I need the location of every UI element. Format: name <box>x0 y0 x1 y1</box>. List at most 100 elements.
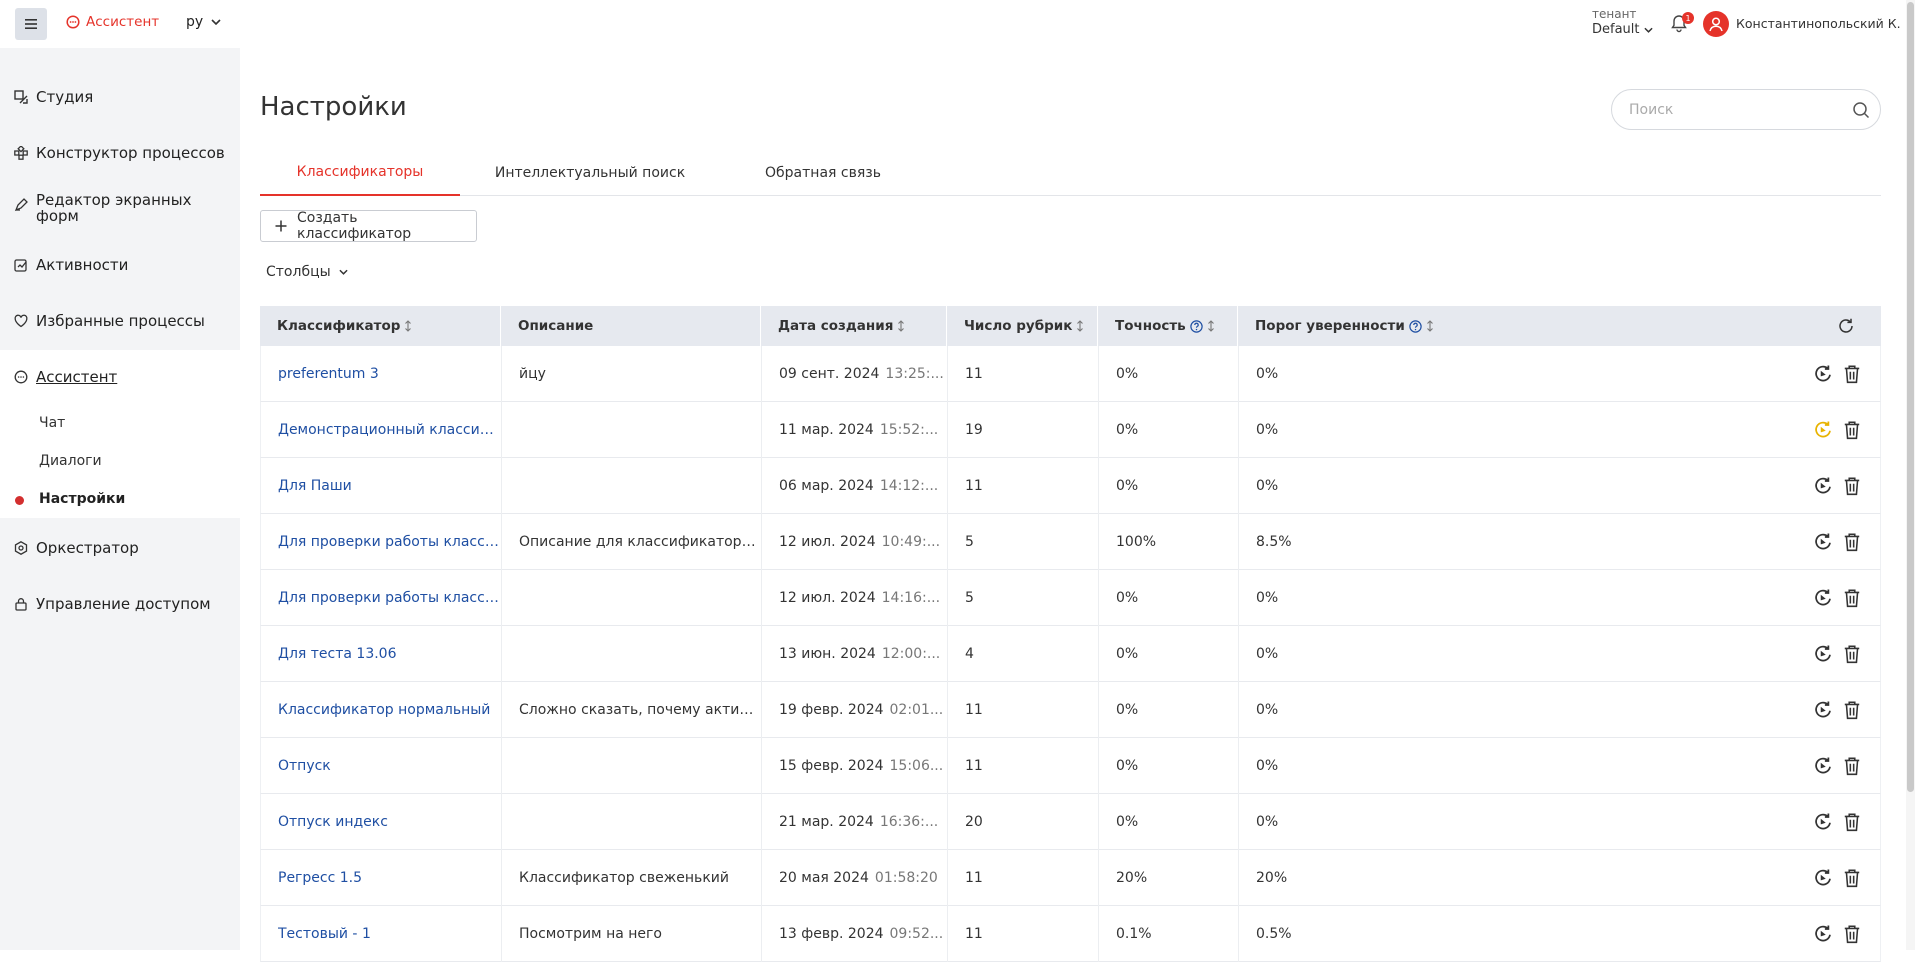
delete-button[interactable] <box>1843 644 1861 664</box>
columns-dropdown[interactable]: Столбцы <box>266 264 348 280</box>
delete-button[interactable] <box>1843 868 1861 888</box>
table-row[interactable]: Классификатор нормальный Сложно сказать, … <box>260 682 1881 738</box>
classifier-name-link[interactable]: Отпуск индекс <box>261 794 501 850</box>
tab-classifiers[interactable]: Классификаторы <box>260 150 460 196</box>
retrain-button[interactable] <box>1813 532 1833 552</box>
threshold-cell: 8.5% <box>1238 514 1538 570</box>
search-input[interactable] <box>1629 101 1829 118</box>
column-header-rubrics[interactable]: Число рубрик <box>946 306 1097 346</box>
brand-link[interactable]: Ассистент <box>66 14 159 30</box>
language-select[interactable]: ру <box>186 14 221 30</box>
sidebar-item-assistant[interactable]: Ассистент <box>14 368 117 386</box>
table-row[interactable]: Отпуск 15 февр. 2024 15:06... 11 0% 0% <box>260 738 1881 794</box>
sidebar-subitem-chat[interactable]: Чат <box>39 415 65 431</box>
table-row[interactable]: Регресс 1.5 Классификатор свеженький 20 ма… <box>260 850 1881 906</box>
retrain-button[interactable] <box>1813 364 1833 384</box>
menu-toggle-button[interactable] <box>15 8 47 40</box>
retrain-button[interactable] <box>1813 588 1833 608</box>
chevron-down-icon <box>1643 27 1653 33</box>
accuracy-cell: 0% <box>1098 794 1238 850</box>
avatar[interactable] <box>1703 11 1729 37</box>
rubrics-count: 4 <box>965 646 974 662</box>
table-row[interactable]: Для проверки работы класси... 12 июл. 202… <box>260 570 1881 626</box>
retrain-button[interactable] <box>1813 868 1833 888</box>
search-box[interactable] <box>1611 89 1881 130</box>
accuracy-cell: 20% <box>1098 850 1238 906</box>
classifier-name-link[interactable]: Тестовый - 1 <box>261 906 501 962</box>
delete-button[interactable] <box>1843 532 1861 552</box>
delete-button[interactable] <box>1843 700 1861 720</box>
classifiers-table: Классификатор Описание Дата создания Чис… <box>260 306 1881 962</box>
create-classifier-button[interactable]: Создать классификатор <box>260 210 477 242</box>
classifier-name-link[interactable]: Для проверки работы класси... <box>261 514 501 570</box>
tenant-select[interactable]: тенант Default <box>1592 6 1653 38</box>
classifier-name: Классификатор нормальный <box>278 702 491 718</box>
sidebar-subitem-dialogs[interactable]: Диалоги <box>39 453 102 469</box>
created-cell: 11 мар. 2024 15:52:... <box>761 402 947 458</box>
sidebar-item-studio[interactable]: Студия <box>14 88 93 106</box>
table-row[interactable]: Для проверки работы класси... Описание дл… <box>260 514 1881 570</box>
retrain-button[interactable] <box>1813 644 1833 664</box>
rubrics-cell: 19 <box>947 402 1098 458</box>
column-header-threshold[interactable]: Порог уверенности <box>1237 306 1797 346</box>
classifier-name-link[interactable]: Для теста 13.06 <box>261 626 501 682</box>
help-icon[interactable] <box>1409 319 1422 333</box>
user-name[interactable]: Константинопольский К. <box>1736 16 1901 31</box>
tab-feedback[interactable]: Обратная связь <box>723 150 923 196</box>
delete-button[interactable] <box>1843 364 1861 384</box>
retrain-button[interactable] <box>1813 812 1833 832</box>
table-row[interactable]: Для теста 13.06 13 июн. 2024 12:00:... 4 0% 0… <box>260 626 1881 682</box>
sidebar-item-activities[interactable]: Активности <box>14 256 128 274</box>
retrain-button[interactable] <box>1813 700 1833 720</box>
row-actions <box>1813 514 1880 570</box>
delete-button[interactable] <box>1843 588 1861 608</box>
delete-button[interactable] <box>1843 420 1861 440</box>
table-row[interactable]: Для Паши 06 мар. 2024 14:12:... 11 0% 0% <box>260 458 1881 514</box>
page-scrollbar[interactable] <box>1906 0 1915 950</box>
retrain-icon <box>1815 365 1831 382</box>
sidebar-item-process-builder[interactable]: Конструктор процессов <box>14 144 225 162</box>
scrollbar-thumb[interactable] <box>1907 2 1914 792</box>
rubrics-count: 5 <box>965 534 974 550</box>
classifier-name-link[interactable]: preferentum 3 <box>261 346 501 402</box>
refresh-button[interactable] <box>1837 317 1855 335</box>
classifier-name-link[interactable]: Демонстрационный классиф... <box>261 402 501 458</box>
delete-button[interactable] <box>1843 812 1861 832</box>
table-row[interactable]: Тестовый - 1 Посмотрим на него 13 февр. 20… <box>260 906 1881 962</box>
created-cell: 21 мар. 2024 16:36:... <box>761 794 947 850</box>
sidebar-item-access[interactable]: Управление доступом <box>14 595 211 613</box>
chevron-down-icon <box>211 19 221 25</box>
help-icon[interactable] <box>1190 319 1203 333</box>
delete-button[interactable] <box>1843 756 1861 776</box>
sort-icon <box>1077 320 1084 332</box>
retrain-button[interactable] <box>1813 420 1833 440</box>
classifier-name-link[interactable]: Классификатор нормальный <box>261 682 501 738</box>
tab-intelligent-search[interactable]: Интеллектуальный поиск <box>490 150 690 196</box>
column-header-accuracy[interactable]: Точность <box>1097 306 1237 346</box>
table-row[interactable]: Отпуск индекс 21 мар. 2024 16:36:... 20 0% 0% <box>260 794 1881 850</box>
retrain-icon <box>1815 589 1831 606</box>
threshold-value: 0% <box>1256 422 1279 438</box>
column-header-created[interactable]: Дата создания <box>760 306 946 346</box>
retrain-button[interactable] <box>1813 924 1833 944</box>
column-header-classifier[interactable]: Классификатор <box>260 306 500 346</box>
classifier-name-link[interactable]: Регресс 1.5 <box>261 850 501 906</box>
retrain-button[interactable] <box>1813 756 1833 776</box>
classifier-name-link[interactable]: Для проверки работы класси... <box>261 570 501 626</box>
rubrics-cell: 4 <box>947 626 1098 682</box>
created-cell: 09 сент. 2024 13:25:... <box>761 346 947 402</box>
sidebar-item-favorites[interactable]: Избранные процессы <box>14 312 205 330</box>
delete-button[interactable] <box>1843 476 1861 496</box>
table-row[interactable]: Демонстрационный классиф... 11 мар. 2024 1… <box>260 402 1881 458</box>
trash-icon <box>1844 533 1860 552</box>
delete-button[interactable] <box>1843 924 1861 944</box>
retrain-button[interactable] <box>1813 476 1833 496</box>
search-icon[interactable] <box>1852 101 1870 119</box>
classifier-name-link[interactable]: Отпуск <box>261 738 501 794</box>
table-row[interactable]: preferentum 3 йцу 09 сент. 2024 13:25:... 11… <box>260 346 1881 402</box>
sidebar-item-form-editor[interactable]: Редактор экранных форм <box>14 192 214 224</box>
sidebar-item-orchestrator[interactable]: Оркестратор <box>14 539 139 557</box>
rubrics-cell: 11 <box>947 738 1098 794</box>
classifier-name-link[interactable]: Для Паши <box>261 458 501 514</box>
sidebar-subitem-settings[interactable]: Настройки <box>39 491 125 507</box>
